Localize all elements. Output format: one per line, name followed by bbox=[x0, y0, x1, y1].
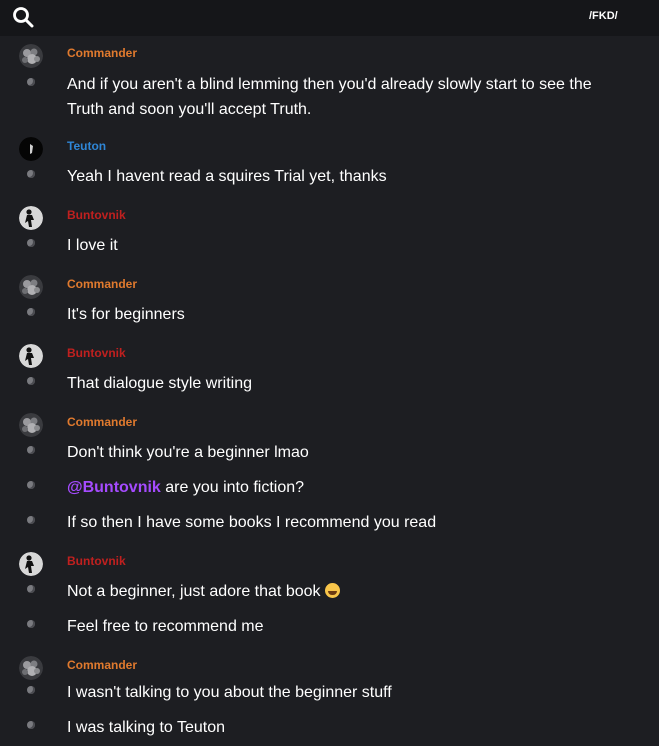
message-bullet-icon bbox=[27, 308, 35, 316]
figure-avatar-icon[interactable] bbox=[19, 552, 43, 576]
message-text: Not a beginner, just adore that book bbox=[67, 579, 627, 604]
figure-avatar-icon[interactable] bbox=[19, 344, 43, 368]
gray-avatar-icon[interactable] bbox=[19, 275, 43, 299]
message-bullet-icon bbox=[27, 239, 35, 247]
message-row: I wasn't talking to you about the beginn… bbox=[0, 680, 659, 702]
message-bullet-icon bbox=[27, 585, 35, 593]
message-bullet-icon bbox=[27, 516, 35, 524]
message-bullet-icon bbox=[27, 481, 35, 489]
message-row: Don't think you're a beginner lmao bbox=[0, 440, 659, 462]
message-text: That dialogue style writing bbox=[67, 375, 252, 392]
gray-avatar-icon[interactable] bbox=[19, 656, 43, 680]
message-text: Don't think you're a beginner lmao bbox=[67, 444, 309, 461]
laughing-emoji-icon bbox=[324, 583, 340, 598]
message-feed: Commander And if you aren't a blind lemmi… bbox=[0, 36, 659, 746]
author-name[interactable]: Commander bbox=[67, 277, 137, 291]
message-bullet-icon bbox=[27, 686, 35, 694]
message-bullet-icon bbox=[27, 620, 35, 628]
message-row: Yeah I havent read a squires Trial yet, … bbox=[0, 164, 659, 186]
message-bullet-icon bbox=[27, 446, 35, 454]
message-row: And if you aren't a blind lemming then y… bbox=[0, 72, 659, 118]
server-tag[interactable]: /FKD/ bbox=[589, 10, 618, 22]
message-row: That dialogue style writing bbox=[0, 371, 659, 393]
gray-avatar-icon[interactable] bbox=[19, 413, 43, 437]
message-text: Feel free to recommend me bbox=[67, 618, 264, 635]
message-text: It's for beginners bbox=[67, 306, 185, 323]
author-name[interactable]: Buntovnik bbox=[67, 208, 126, 222]
message-row: Feel free to recommend me bbox=[0, 614, 659, 636]
message-row: It's for beginners bbox=[0, 302, 659, 324]
author-name[interactable]: Commander bbox=[67, 415, 137, 429]
dark-avatar-icon[interactable] bbox=[19, 137, 43, 161]
figure-avatar-icon[interactable] bbox=[19, 206, 43, 230]
message-text: I was talking to Teuton bbox=[67, 719, 226, 736]
search-icon[interactable] bbox=[12, 6, 34, 28]
message-text: I wasn't talking to you about the beginn… bbox=[67, 684, 392, 701]
message-text: If so then I have some books I recommend… bbox=[67, 514, 437, 531]
author-name[interactable]: Buntovnik bbox=[67, 346, 126, 360]
author-name[interactable]: Commander bbox=[67, 46, 137, 60]
message-row: I love it bbox=[0, 233, 659, 255]
author-name[interactable]: Commander bbox=[67, 658, 137, 672]
gray-avatar-icon[interactable] bbox=[19, 44, 43, 68]
message-text: Yeah I havent read a squires Trial yet, … bbox=[67, 168, 387, 185]
message-text: And if you aren't a blind lemming then y… bbox=[67, 76, 592, 118]
message-row: If so then I have some books I recommend… bbox=[0, 510, 659, 532]
author-name[interactable]: Buntovnik bbox=[67, 554, 126, 568]
message-bullet-icon bbox=[27, 721, 35, 729]
message-text: I love it bbox=[67, 237, 118, 254]
message-text: @Buntovnik are you into fiction? bbox=[67, 479, 305, 496]
message-row: I was talking to Teuton bbox=[0, 715, 659, 737]
message-bullet-icon bbox=[27, 78, 35, 86]
top-bar: /FKD/ bbox=[0, 0, 659, 36]
author-name[interactable]: Teuton bbox=[67, 139, 106, 153]
user-mention[interactable]: @Buntovnik bbox=[67, 479, 161, 496]
message-bullet-icon bbox=[27, 170, 35, 178]
message-bullet-icon bbox=[27, 377, 35, 385]
message-row: @Buntovnik are you into fiction? bbox=[0, 475, 659, 497]
message-row: Not a beginner, just adore that book bbox=[0, 579, 659, 601]
